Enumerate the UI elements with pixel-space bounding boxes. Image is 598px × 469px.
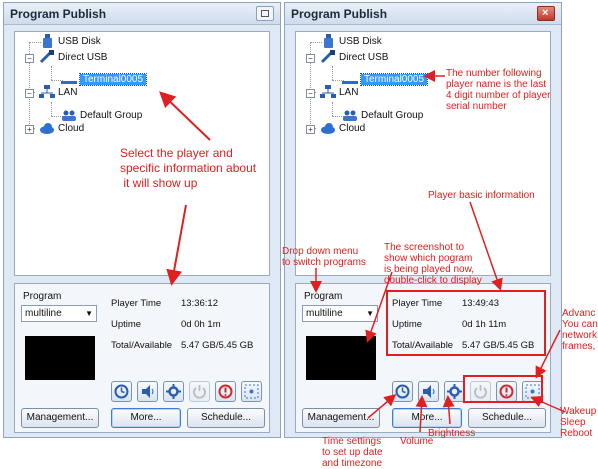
program-selected: multiline (25, 308, 62, 319)
restore-button[interactable] (256, 6, 274, 21)
player-info: Player Time 13:36:12 Uptime 0d 0h 1m Total… (111, 298, 266, 361)
program-publish-window-left: Program Publish USB Disk − Direct USB Te… (3, 2, 281, 438)
annotation-time-settings: Time settings to set up date and timezon… (322, 436, 383, 469)
advanced-dots-icon (244, 384, 259, 399)
power-buttons-highlight (463, 375, 543, 403)
tree-item-direct-usb[interactable]: Direct USB (320, 50, 388, 66)
tree-label: Default Group (80, 110, 143, 121)
annotation-number-following: The number following player name is the … (446, 68, 551, 112)
tree-label: Direct USB (339, 52, 389, 63)
collapse-icon[interactable]: − (25, 89, 34, 98)
tree-label: USB Disk (58, 36, 101, 47)
program-label: Program (304, 291, 343, 302)
speaker-icon (142, 385, 154, 398)
restore-icon (261, 10, 269, 17)
tree-label: USB Disk (339, 36, 382, 47)
advanced-button[interactable] (241, 381, 262, 402)
cloud-icon (320, 121, 336, 135)
program-selected: multiline (306, 308, 343, 319)
volume-button[interactable] (137, 381, 158, 402)
reboot-icon (218, 384, 233, 399)
annotation-drop-down: Drop down menu to switch programs (282, 246, 366, 268)
annotation-select-player: Select the player and specific informati… (120, 146, 257, 190)
tree-item-cloud[interactable]: Cloud (320, 121, 365, 137)
action-icons (111, 381, 266, 403)
schedule-button[interactable]: Schedule... (187, 408, 265, 428)
collapse-icon[interactable]: − (25, 54, 34, 63)
expand-icon[interactable]: + (25, 125, 34, 134)
tree-label-selected: Terminal0005 (359, 73, 429, 86)
title-bar: Program Publish × (285, 3, 561, 25)
program-dropdown[interactable]: multiline ▼ (302, 305, 378, 322)
usb-icon (39, 34, 55, 49)
tree-item-usb-disk[interactable]: USB Disk (39, 34, 101, 50)
clock-icon (395, 384, 410, 399)
expand-icon[interactable]: + (306, 125, 315, 134)
tree-item-cloud[interactable]: Cloud (39, 121, 84, 137)
player-detail-panel: Program multiline ▼ Player Time 13:36:12 … (14, 283, 270, 433)
tree-item-lan[interactable]: LAN (39, 85, 77, 101)
power-button[interactable] (189, 381, 210, 402)
time-settings-button[interactable] (111, 381, 132, 402)
gear-icon (166, 384, 181, 399)
gear-icon (447, 384, 462, 399)
schedule-button[interactable]: Schedule... (468, 408, 546, 428)
speaker-icon (423, 385, 435, 398)
program-screenshot[interactable] (25, 336, 95, 380)
tree-label: LAN (58, 87, 78, 98)
uptime-value: 0d 0h 1m (181, 319, 221, 330)
tree-label: Cloud (58, 123, 85, 134)
program-screenshot[interactable] (306, 336, 376, 380)
usb-icon (320, 34, 336, 49)
annotation-advanced: Advanc You can network frames, (562, 308, 598, 352)
tree-label: Direct USB (58, 52, 108, 63)
collapse-icon[interactable]: − (306, 89, 315, 98)
close-icon: × (542, 7, 549, 19)
more-button[interactable]: More... (392, 408, 462, 428)
annotation-brightness: Brightness (428, 428, 476, 439)
player-info-highlight (386, 290, 546, 356)
title-bar: Program Publish (4, 3, 280, 25)
time-settings-button[interactable] (392, 381, 413, 402)
tree-item-usb-disk[interactable]: USB Disk (320, 34, 382, 50)
program-dropdown[interactable]: multiline ▼ (21, 305, 97, 322)
brightness-button[interactable] (163, 381, 184, 402)
power-icon (193, 385, 206, 399)
annotation-wakeup: Wakeup Sleep Reboot (560, 406, 597, 439)
cloud-icon (39, 121, 55, 135)
usb-cable-icon (320, 50, 336, 64)
window-title: Program Publish (291, 7, 388, 21)
usb-cable-icon (39, 50, 55, 64)
more-button[interactable]: More... (111, 408, 181, 428)
tree-item-direct-usb[interactable]: Direct USB (39, 50, 107, 66)
chevron-down-icon: ▼ (366, 309, 374, 318)
close-button[interactable]: × (537, 6, 555, 21)
tree-label: Cloud (339, 123, 366, 134)
storage-value: 5.47 GB/5.45 GB (181, 340, 254, 351)
window-title: Program Publish (10, 7, 107, 21)
player-time-value: 13:36:12 (181, 298, 218, 309)
uptime-label: Uptime (111, 319, 142, 330)
tree-label-selected: Terminal0005 (78, 73, 148, 86)
chevron-down-icon: ▼ (85, 309, 93, 318)
management-button[interactable]: Management... (21, 408, 99, 428)
annotation-basic-info: Player basic information (428, 190, 535, 201)
tree-item-lan[interactable]: LAN (320, 85, 358, 101)
tree-label: Default Group (361, 110, 424, 121)
volume-button[interactable] (418, 381, 439, 402)
collapse-icon[interactable]: − (306, 54, 315, 63)
annotation-screenshot: The screenshot to show which pogram is b… (384, 242, 482, 286)
program-label: Program (23, 291, 62, 302)
tree-label: LAN (339, 87, 359, 98)
network-icon (39, 85, 55, 99)
management-button[interactable]: Management... (302, 408, 380, 428)
storage-label: Total/Available (111, 340, 173, 351)
network-icon (320, 85, 336, 99)
clock-icon (114, 384, 129, 399)
reboot-button[interactable] (215, 381, 236, 402)
brightness-button[interactable] (444, 381, 465, 402)
player-time-label: Player Time (111, 298, 162, 309)
